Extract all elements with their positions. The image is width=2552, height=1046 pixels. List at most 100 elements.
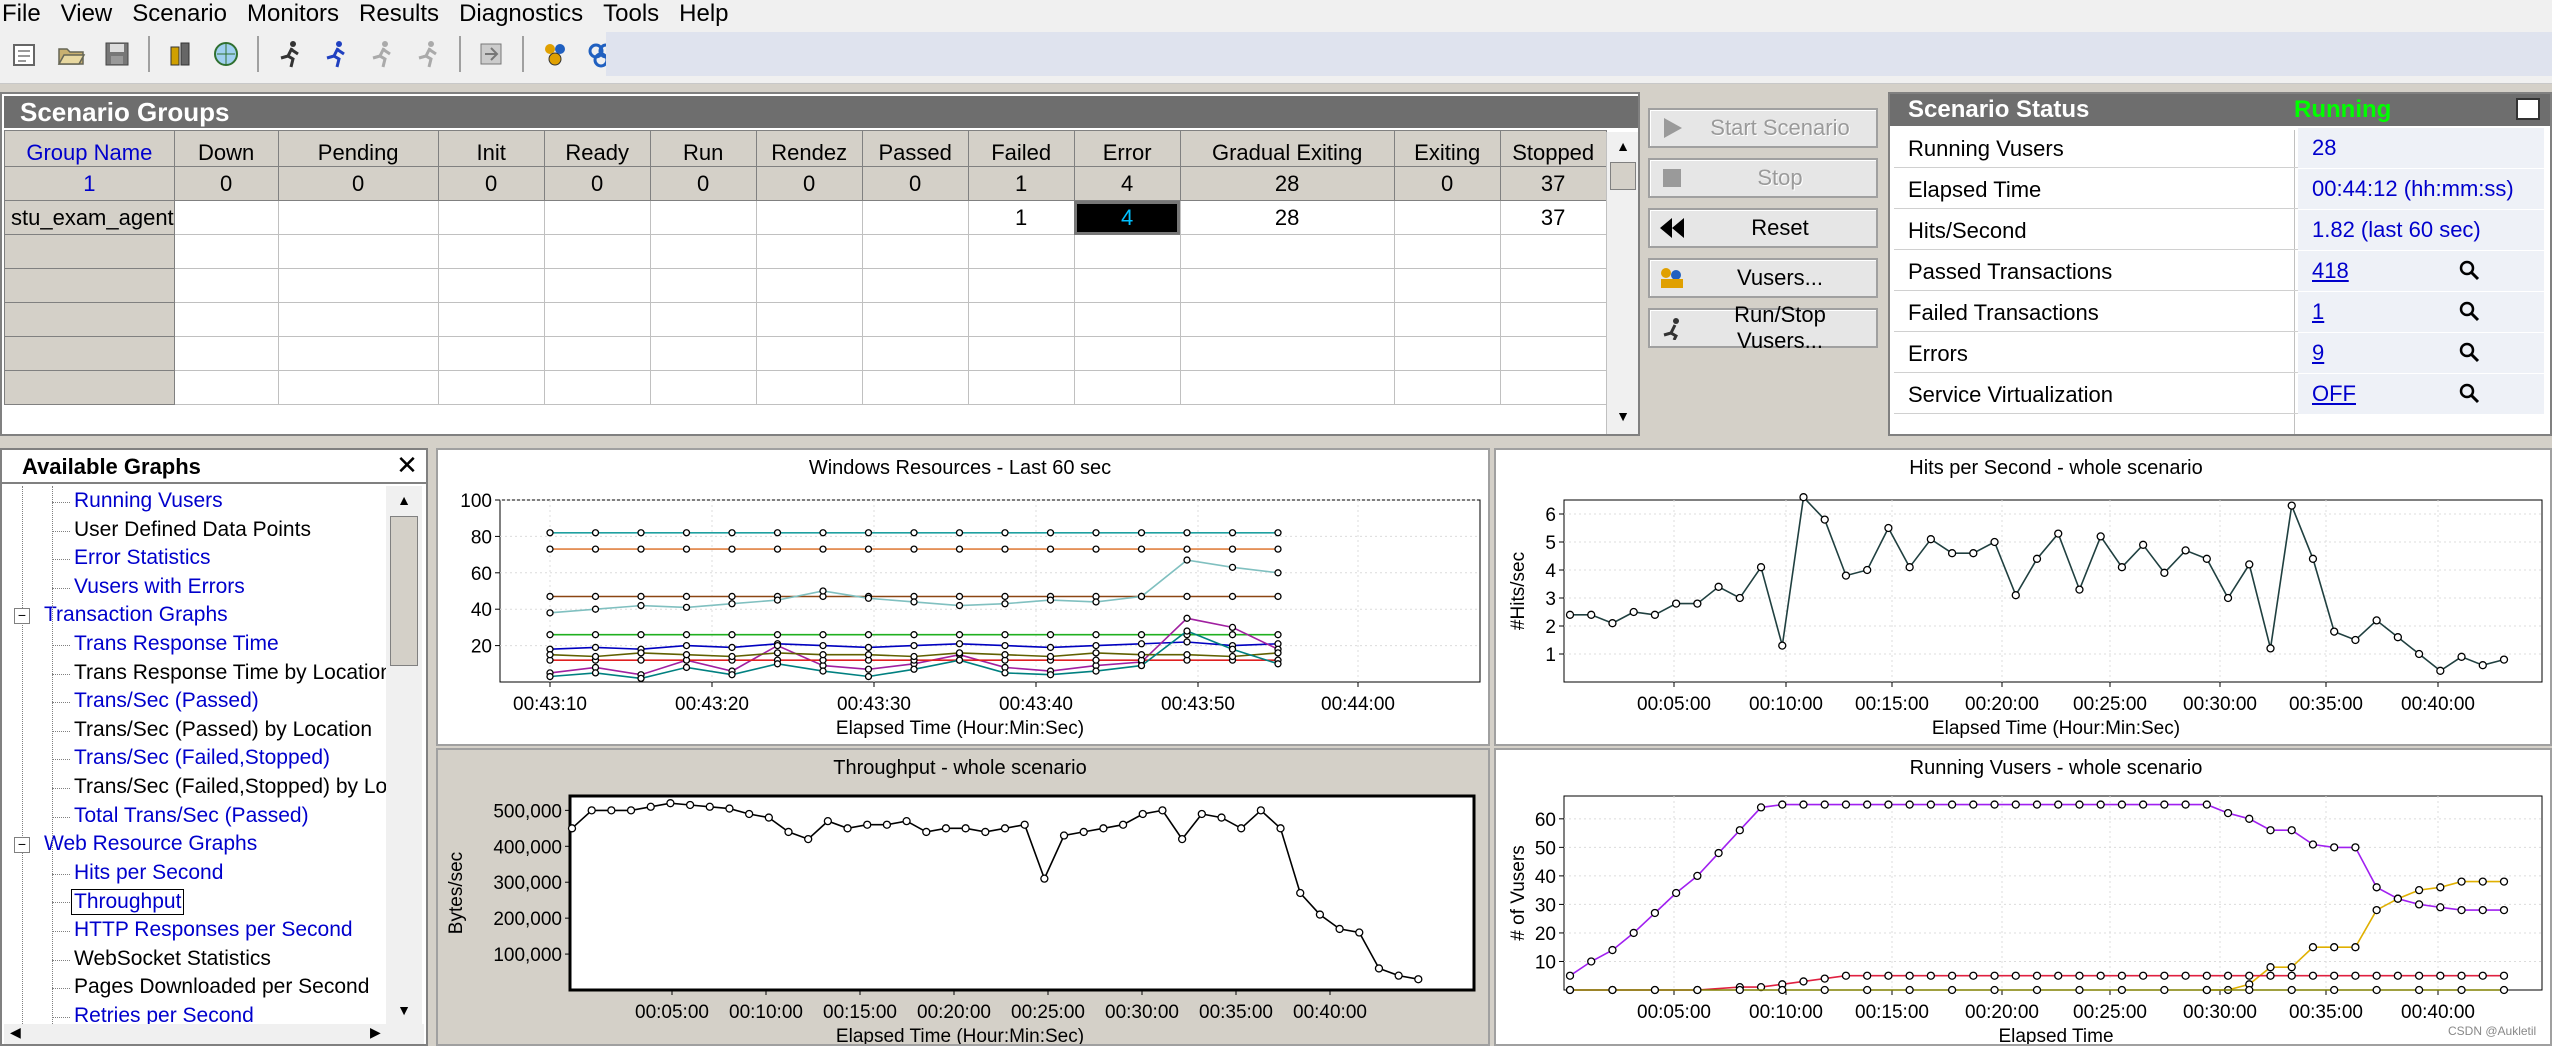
menu-scenario[interactable]: Scenario — [122, 0, 237, 28]
table-cell[interactable] — [967, 234, 1075, 269]
table-cell[interactable] — [277, 200, 439, 235]
table-cell[interactable] — [1499, 336, 1607, 371]
scroll-thumb[interactable] — [1610, 162, 1636, 190]
export-icon[interactable] — [473, 34, 511, 74]
table-cell[interactable] — [543, 268, 651, 303]
table-cell[interactable] — [277, 268, 439, 303]
table-cell[interactable] — [967, 336, 1075, 371]
table-cell[interactable] — [1499, 234, 1607, 269]
table-cell[interactable] — [1499, 302, 1607, 337]
graph-tree-item[interactable]: Transaction Graphs — [44, 603, 228, 627]
scroll-up-icon[interactable]: ▲ — [386, 486, 422, 514]
table-cell[interactable] — [755, 336, 863, 371]
run-stop-vusers-button[interactable]: Run/Stop Vusers... — [1648, 302, 1878, 353]
windows-resources-graph[interactable]: Windows Resources - Last 60 sec 20 40 60 80 1… — [436, 448, 1490, 746]
table-cell[interactable] — [173, 234, 279, 269]
table-cell[interactable] — [277, 234, 439, 269]
graph-tree-item[interactable]: Total Trans/Sec (Passed) — [74, 804, 309, 828]
graph-tree-item[interactable]: Throughput — [71, 889, 185, 916]
graph-tree-item[interactable]: Running Vusers — [74, 489, 223, 513]
table-row[interactable] — [4, 268, 1607, 303]
column-header[interactable]: Gradual Exiting — [1179, 130, 1395, 167]
table-cell[interactable] — [861, 302, 969, 337]
group-name-cell[interactable] — [4, 234, 175, 269]
graph-tree-item[interactable]: Web Resource Graphs — [44, 832, 257, 856]
table-cell[interactable] — [1179, 370, 1395, 405]
table-cell[interactable] — [543, 336, 651, 371]
table-cell[interactable] — [543, 200, 651, 235]
menu-help[interactable]: Help — [669, 0, 738, 28]
table-cell[interactable] — [967, 370, 1075, 405]
group-name-cell[interactable] — [4, 268, 175, 303]
people-icon[interactable] — [536, 34, 574, 74]
group-name-cell[interactable] — [4, 370, 175, 405]
status-value[interactable]: 1 — [2298, 292, 2544, 332]
runner-icon[interactable] — [317, 34, 355, 74]
table-cell[interactable] — [437, 370, 545, 405]
graph-tree-item[interactable]: Trans Response Time by Location — [74, 661, 392, 685]
table-cell[interactable] — [861, 234, 969, 269]
table-cell[interactable] — [1073, 268, 1181, 303]
column-header[interactable]: Error — [1073, 130, 1181, 167]
new-scenario-icon[interactable] — [6, 34, 44, 74]
table-cell[interactable] — [861, 200, 969, 235]
table-cell[interactable] — [1393, 370, 1501, 405]
collapse-icon[interactable]: − — [14, 608, 30, 625]
table-cell[interactable] — [755, 302, 863, 337]
reset-button[interactable]: Reset — [1648, 208, 1878, 248]
table-cell[interactable] — [755, 370, 863, 405]
column-header[interactable]: Down — [173, 130, 279, 167]
table-row[interactable] — [4, 336, 1607, 371]
graph-tree-item[interactable]: Trans Response Time — [74, 632, 279, 656]
graph-tree-item[interactable]: User Defined Data Points — [74, 518, 311, 542]
table-cell[interactable]: 1 — [967, 200, 1075, 235]
graph-tree-item[interactable]: Pages Downloaded per Second — [74, 975, 369, 999]
table-cell[interactable] — [437, 234, 545, 269]
table-row[interactable] — [4, 370, 1607, 405]
save-icon[interactable] — [98, 34, 136, 74]
column-header[interactable]: Pending — [277, 130, 439, 167]
magnifier-icon[interactable] — [2458, 382, 2482, 412]
magnifier-icon[interactable] — [2458, 300, 2482, 330]
close-icon[interactable]: ✕ — [394, 452, 420, 480]
graph-tree-item[interactable]: Trans/Sec (Failed,Stopped) — [74, 746, 330, 770]
column-header[interactable]: Run — [649, 130, 757, 167]
table-cell[interactable] — [1179, 234, 1395, 269]
group-name-cell[interactable]: stu_exam_agent — [4, 200, 175, 235]
scroll-right-icon[interactable]: ▶ — [370, 1024, 381, 1041]
scroll-left-icon[interactable]: ◀ — [10, 1024, 21, 1041]
vertical-scrollbar[interactable]: ▲ ▼ — [1606, 132, 1638, 434]
column-header[interactable]: Ready — [543, 130, 651, 167]
group-name-cell[interactable] — [4, 336, 175, 371]
menu-tools[interactable]: Tools — [593, 0, 669, 28]
horizontal-scrollbar[interactable]: ◀ ▶ — [4, 1024, 424, 1044]
magnifier-icon[interactable] — [2458, 341, 2482, 371]
column-header[interactable]: Rendez — [755, 130, 863, 167]
table-cell[interactable] — [173, 200, 279, 235]
table-cell[interactable] — [437, 302, 545, 337]
graph-tree-item[interactable]: Vusers with Errors — [74, 575, 245, 599]
runner-disabled-icon[interactable] — [363, 34, 401, 74]
network-icon[interactable] — [207, 34, 245, 74]
table-cell[interactable] — [1179, 302, 1395, 337]
graph-tree-item[interactable]: Trans/Sec (Passed) by Location — [74, 718, 372, 742]
graph-tree-item[interactable]: Error Statistics — [74, 546, 211, 570]
table-cell[interactable] — [1073, 234, 1181, 269]
table-cell[interactable] — [1393, 336, 1501, 371]
table-cell[interactable] — [967, 268, 1075, 303]
scroll-thumb[interactable] — [390, 516, 418, 666]
open-icon[interactable] — [52, 34, 90, 74]
restore-window-icon[interactable] — [2516, 98, 2540, 120]
graph-tree-item[interactable]: Trans/Sec (Passed) — [74, 689, 259, 713]
vusers-button[interactable]: Vusers... — [1648, 258, 1878, 298]
start-scenario-button[interactable]: Start Scenario — [1648, 108, 1878, 148]
table-cell[interactable]: 37 — [1499, 200, 1607, 235]
vertical-scrollbar[interactable]: ▲ ▼ — [386, 486, 422, 1024]
table-cell[interactable] — [861, 336, 969, 371]
menu-view[interactable]: View — [51, 0, 123, 28]
column-header[interactable]: Group Name — [4, 130, 175, 167]
table-cell[interactable] — [649, 200, 757, 235]
table-cell[interactable]: 4 — [1073, 200, 1181, 235]
table-cell[interactable] — [649, 336, 757, 371]
table-cell[interactable] — [755, 234, 863, 269]
